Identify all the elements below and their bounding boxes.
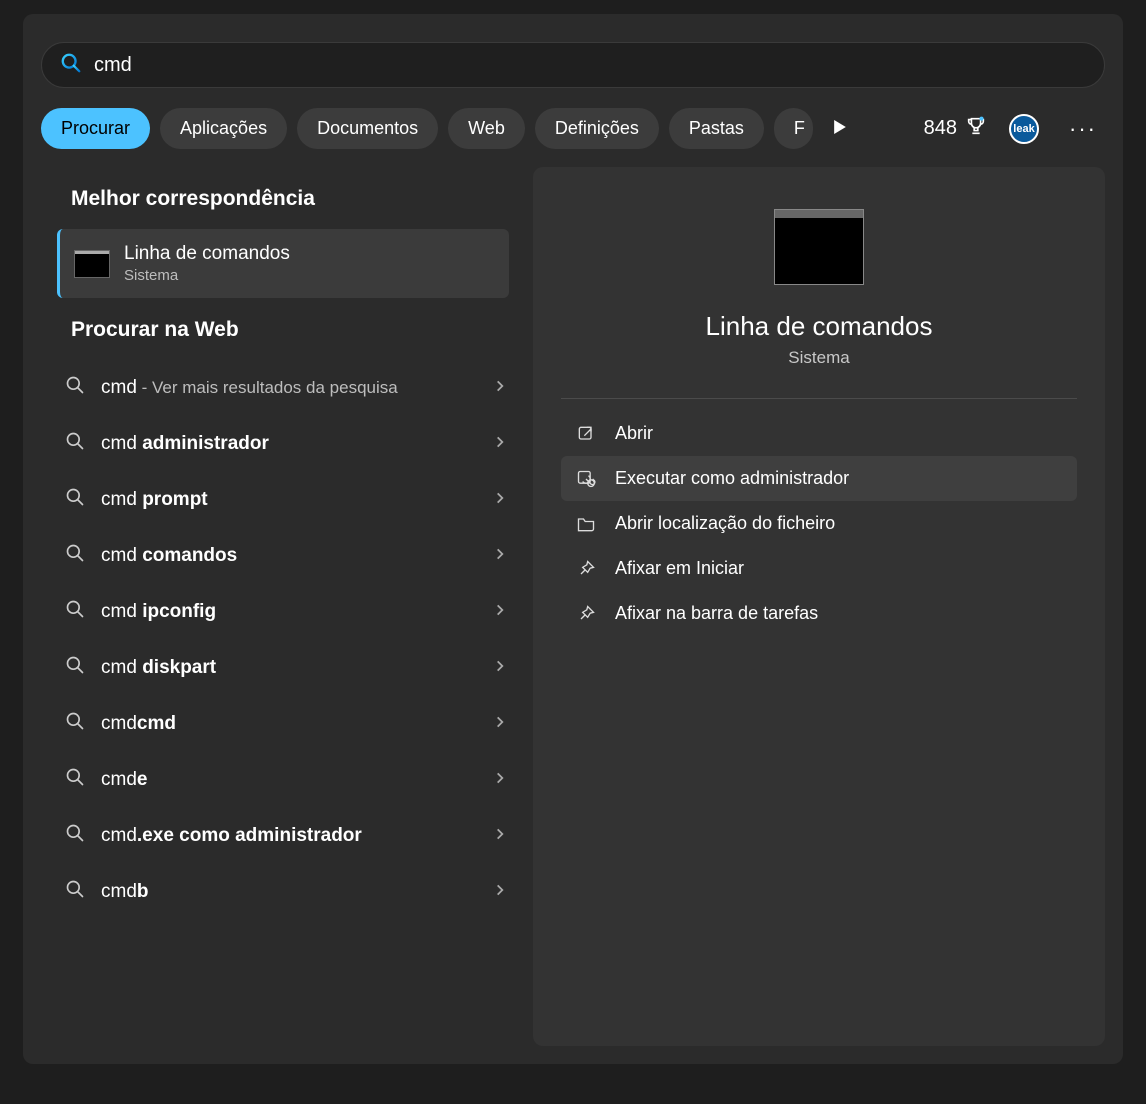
filter-pill-web[interactable]: Web	[448, 108, 525, 149]
search-icon	[65, 543, 85, 569]
points-value: 848	[924, 117, 957, 140]
divider	[561, 398, 1077, 399]
trophy-icon	[965, 115, 987, 143]
app-title: Linha de comandos	[706, 311, 933, 342]
web-result-text: cmd comandos	[101, 545, 237, 567]
search-bar[interactable]	[41, 42, 1105, 88]
chevron-right-icon	[493, 827, 507, 846]
rewards-points[interactable]: 848	[924, 115, 987, 143]
filter-row: ProcurarAplicaçõesDocumentosWebDefiniçõe…	[41, 108, 1105, 149]
chevron-right-icon	[493, 659, 507, 678]
action-label: Abrir	[615, 423, 653, 444]
action-label: Executar como administrador	[615, 468, 849, 489]
filter-pill-documentos[interactable]: Documentos	[297, 108, 438, 149]
chevron-right-icon	[493, 491, 507, 510]
search-icon	[65, 599, 85, 625]
web-result-text: cmd.exe como administrador	[101, 825, 362, 847]
web-result-item[interactable]: cmdb	[57, 864, 525, 920]
search-icon	[65, 431, 85, 457]
search-icon	[65, 375, 85, 401]
web-result-text: cmdcmd	[101, 713, 176, 735]
best-match-subtitle: Sistema	[124, 267, 290, 284]
web-result-text: cmd prompt	[101, 489, 208, 511]
web-result-text: cmd diskpart	[101, 657, 216, 679]
search-icon	[65, 879, 85, 905]
web-result-text: cmdb	[101, 881, 149, 903]
web-result-item[interactable]: cmd administrador	[57, 416, 525, 472]
more-options-icon[interactable]: ···	[1061, 116, 1105, 142]
search-icon	[65, 711, 85, 737]
web-result-item[interactable]: cmd.exe como administrador	[57, 808, 525, 864]
chevron-right-icon	[493, 715, 507, 734]
details-right-pane: Linha de comandos Sistema Abrir Executar …	[533, 167, 1105, 1046]
chevron-right-icon	[493, 379, 507, 398]
best-match-item[interactable]: Linha de comandos Sistema	[57, 229, 509, 298]
chevron-right-icon	[493, 603, 507, 622]
pin-icon	[575, 559, 597, 579]
folder-icon	[575, 514, 597, 534]
best-match-title: Linha de comandos	[124, 243, 290, 265]
search-icon	[65, 767, 85, 793]
start-search-window: ProcurarAplicaçõesDocumentosWebDefiniçõe…	[23, 14, 1123, 1064]
web-result-text: cmde	[101, 769, 147, 791]
action-label: Afixar na barra de tarefas	[615, 603, 818, 624]
pin-icon	[575, 604, 597, 624]
web-result-text: cmd - Ver mais resultados da pesquisa	[101, 377, 398, 399]
chevron-right-icon	[493, 883, 507, 902]
web-result-text: cmd administrador	[101, 433, 269, 455]
web-result-item[interactable]: cmd ipconfig	[57, 584, 525, 640]
action-open[interactable]: Abrir	[561, 411, 1077, 456]
chevron-right-icon	[493, 771, 507, 790]
search-input[interactable]	[94, 54, 1086, 77]
web-results-header: Procurar na Web	[71, 318, 525, 342]
scroll-filters-icon[interactable]	[823, 112, 857, 145]
action-pin[interactable]: Afixar na barra de tarefas	[561, 591, 1077, 636]
filter-pill-f[interactable]: F	[774, 108, 813, 149]
filter-pill-aplicações[interactable]: Aplicações	[160, 108, 287, 149]
search-icon	[65, 823, 85, 849]
cmd-thumb-icon	[74, 250, 110, 278]
search-icon	[60, 52, 94, 79]
web-result-item[interactable]: cmd - Ver mais resultados da pesquisa	[57, 360, 525, 416]
filter-pill-pastas[interactable]: Pastas	[669, 108, 764, 149]
filter-pill-definições[interactable]: Definições	[535, 108, 659, 149]
action-admin[interactable]: Executar como administrador	[561, 456, 1077, 501]
app-subtitle: Sistema	[788, 348, 849, 368]
web-result-item[interactable]: cmdcmd	[57, 696, 525, 752]
results-left-pane: Melhor correspondência Linha de comandos…	[23, 167, 533, 1064]
admin-icon	[575, 469, 597, 489]
open-icon	[575, 424, 597, 444]
action-label: Afixar em Iniciar	[615, 558, 744, 579]
best-match-header: Melhor correspondência	[71, 187, 525, 211]
search-icon	[65, 487, 85, 513]
web-result-item[interactable]: cmd diskpart	[57, 640, 525, 696]
action-label: Abrir localização do ficheiro	[615, 513, 835, 534]
filter-pill-procurar[interactable]: Procurar	[41, 108, 150, 149]
chevron-right-icon	[493, 547, 507, 566]
search-icon	[65, 655, 85, 681]
action-folder[interactable]: Abrir localização do ficheiro	[561, 501, 1077, 546]
web-result-text: cmd ipconfig	[101, 601, 216, 623]
web-result-item[interactable]: cmde	[57, 752, 525, 808]
web-result-item[interactable]: cmd comandos	[57, 528, 525, 584]
profile-avatar[interactable]: leak	[1009, 114, 1039, 144]
chevron-right-icon	[493, 435, 507, 454]
web-result-item[interactable]: cmd prompt	[57, 472, 525, 528]
action-pin[interactable]: Afixar em Iniciar	[561, 546, 1077, 591]
app-large-icon	[774, 209, 864, 285]
